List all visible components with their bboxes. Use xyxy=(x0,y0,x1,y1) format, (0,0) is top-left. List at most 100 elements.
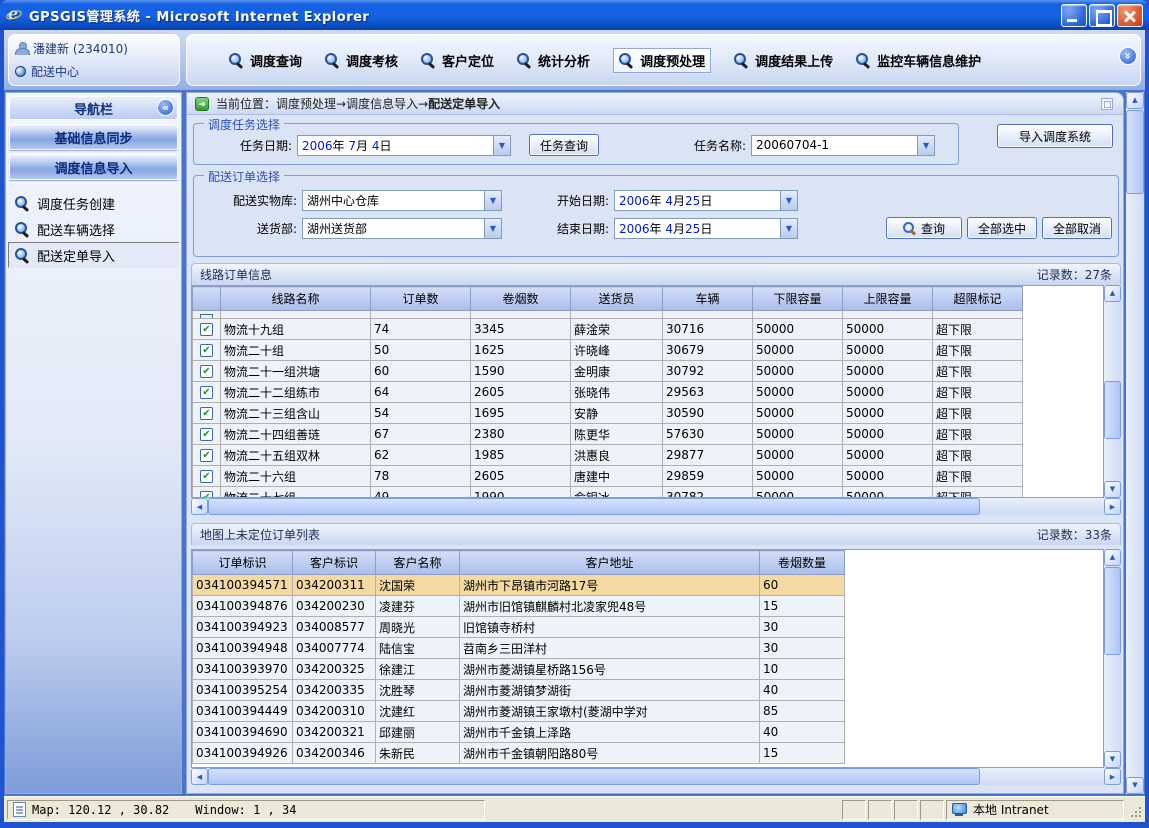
route-table-row[interactable]: ✔ 物流二十组 50 1625 许晓峰 30679 50000 50000 超下… xyxy=(193,340,1023,361)
scroll-thumb[interactable] xyxy=(1104,567,1121,655)
column-header[interactable]: 客户名称 xyxy=(376,551,460,575)
column-header[interactable]: 送货员 xyxy=(571,287,663,311)
end-date-select[interactable]: 2006年 4月25日 ▼ xyxy=(614,218,798,239)
unlocated-table-row[interactable]: 034100394923 034008577 周晓光 旧馆镇寺桥村 30 xyxy=(193,617,845,638)
route-table-row[interactable]: ✔ 物流二十一组洪塘 60 1590 金明康 30792 50000 50000… xyxy=(193,361,1023,382)
dropdown-arrow-icon[interactable]: ▼ xyxy=(917,136,934,155)
task-date-select[interactable]: 2006年 7月 4日 ▼ xyxy=(297,135,511,156)
main-vertical-scrollbar[interactable]: ▲ ▼ xyxy=(1126,92,1144,794)
row-checkbox[interactable]: ✔ xyxy=(200,491,213,499)
row-checkbox[interactable]: ✔ xyxy=(200,470,213,483)
scroll-thumb[interactable] xyxy=(1126,110,1144,194)
unlocated-table-vertical-scrollbar[interactable]: ▲ ▼ xyxy=(1104,549,1121,768)
sidebar-item[interactable]: 配送车辆选择 xyxy=(6,216,181,242)
column-header[interactable]: 超限标记 xyxy=(933,287,1023,311)
scroll-left-icon[interactable]: ◀ xyxy=(191,768,208,785)
route-table-row[interactable]: ✔ 物流二十四组善琏 67 2380 陈更华 57630 50000 50000… xyxy=(193,424,1023,445)
scroll-up-icon[interactable]: ▲ xyxy=(1104,285,1121,302)
scroll-thumb[interactable] xyxy=(208,498,980,515)
top-nav-item[interactable]: 监控车辆信息维护 xyxy=(856,51,981,70)
deselect-all-button[interactable]: 全部取消 xyxy=(1042,217,1112,239)
sidebar-group-button[interactable]: 调度信息导入 xyxy=(9,154,178,180)
magnifier-icon xyxy=(903,222,916,235)
scroll-up-icon[interactable]: ▲ xyxy=(1126,92,1144,109)
close-button[interactable] xyxy=(1117,4,1143,27)
column-header[interactable]: 卷烟数 xyxy=(471,287,571,311)
column-header[interactable]: 客户标识 xyxy=(293,551,376,575)
unlocated-table-row[interactable]: 034100394926 034200346 朱新民 湖州市千金镇朝阳路80号 … xyxy=(193,743,845,764)
scroll-thumb[interactable] xyxy=(208,768,980,785)
column-header[interactable]: 车辆 xyxy=(663,287,753,311)
scroll-thumb[interactable] xyxy=(1104,381,1121,439)
scroll-right-icon[interactable]: ▶ xyxy=(1104,498,1121,515)
row-checkbox[interactable]: ✔ xyxy=(200,365,213,378)
sidebar-collapse-button[interactable]: « xyxy=(157,99,174,116)
scroll-right-icon[interactable]: ▶ xyxy=(1104,768,1121,785)
top-nav-item[interactable]: 调度考核 xyxy=(325,51,398,70)
top-nav-item[interactable]: 调度预处理 xyxy=(613,48,711,73)
unlocated-table-row[interactable]: 034100395254 034200335 沈胜琴 湖州市菱湖镇梦湖街 40 xyxy=(193,680,845,701)
top-nav-item[interactable]: 调度查询 xyxy=(229,51,302,70)
dropdown-arrow-icon[interactable]: ▼ xyxy=(493,136,510,155)
panel-restore-button[interactable] xyxy=(1101,98,1113,110)
route-table-row[interactable]: ✔ 物流二十七组 49 1990 俞银冰 30782 50000 50000 超… xyxy=(193,487,1023,499)
row-checkbox[interactable]: ✔ xyxy=(200,344,213,357)
row-checkbox[interactable]: ✔ xyxy=(200,449,213,462)
customer-address-cell: 旧馆镇寺桥村 xyxy=(460,617,760,638)
column-header[interactable]: 上限容量 xyxy=(843,287,933,311)
top-nav-item[interactable]: 调度结果上传 xyxy=(734,51,833,70)
sidebar-item[interactable]: 调度任务创建 xyxy=(6,190,181,216)
task-query-button[interactable]: 任务查询 xyxy=(529,134,599,156)
column-header[interactable]: 线路名称 xyxy=(221,287,371,311)
resize-grip[interactable] xyxy=(1128,801,1142,819)
row-checkbox[interactable]: ✔ xyxy=(200,386,213,399)
column-header[interactable]: 订单标识 xyxy=(193,551,293,575)
query-button[interactable]: 查询 xyxy=(886,217,962,239)
task-name-select[interactable]: 20060704-1 ▼ xyxy=(751,135,935,156)
dropdown-arrow-icon[interactable]: ▼ xyxy=(484,191,501,210)
unlocated-table-row[interactable]: 034100394449 034200310 沈建红 湖州市菱湖镇王家墩村(菱湖… xyxy=(193,701,845,722)
top-nav-item[interactable]: 统计分析 xyxy=(517,51,590,70)
dropdown-arrow-icon[interactable]: ▼ xyxy=(780,191,797,210)
column-header[interactable]: 客户地址 xyxy=(460,551,760,575)
sidebar-group-button[interactable]: 基础信息同步 xyxy=(9,124,178,150)
select-all-button[interactable]: 全部选中 xyxy=(967,217,1037,239)
route-table-vertical-scrollbar[interactable]: ▲ ▼ xyxy=(1104,285,1121,498)
route-table-row[interactable]: ✔ 物流二十三组含山 54 1695 安静 30590 50000 50000 … xyxy=(193,403,1023,424)
scroll-down-icon[interactable]: ▼ xyxy=(1104,481,1121,498)
unlocated-table-row[interactable]: 034100394690 034200321 邱建丽 湖州市千金镇上泽路 40 xyxy=(193,722,845,743)
row-checkbox[interactable]: ✔ xyxy=(200,407,213,420)
row-checkbox[interactable]: ✔ xyxy=(200,323,213,336)
delivery-dept-select[interactable]: 湖州送货部 ▼ xyxy=(302,218,502,239)
scroll-down-icon[interactable]: ▼ xyxy=(1126,777,1144,794)
magnifier-icon xyxy=(325,53,340,68)
top-nav-item-label: 监控车辆信息维护 xyxy=(877,51,981,70)
column-header[interactable]: 卷烟数量 xyxy=(760,551,845,575)
unlocated-table-row[interactable]: 034100393970 034200325 徐建江 湖州市菱湖镇星桥路156号… xyxy=(193,659,845,680)
column-header[interactable]: 下限容量 xyxy=(753,287,843,311)
route-table-row[interactable]: ✔ 物流二十六组 78 2605 唐建中 29859 50000 50000 超… xyxy=(193,466,1023,487)
unlocated-table-row[interactable]: 034100394948 034007774 陆信宝 苕南乡三田洋村 30 xyxy=(193,638,845,659)
scroll-down-icon[interactable]: ▼ xyxy=(1104,751,1121,768)
sidebar-item[interactable]: 配送定单导入 xyxy=(8,242,179,268)
dropdown-arrow-icon[interactable]: ▼ xyxy=(780,219,797,238)
nav-collapse-button[interactable]: » xyxy=(1119,47,1137,65)
route-table-horizontal-scrollbar[interactable]: ◀ ▶ xyxy=(191,498,1121,515)
route-table-row[interactable]: ✔ 物流二十五组双林 62 1985 洪惠良 29877 50000 50000… xyxy=(193,445,1023,466)
route-table-row[interactable]: ✔ 物流十九组 74 3345 薛淦荣 30716 50000 50000 超下… xyxy=(193,319,1023,340)
import-dispatch-button[interactable]: 导入调度系统 xyxy=(997,124,1113,148)
scroll-left-icon[interactable]: ◀ xyxy=(191,498,208,515)
top-nav-item[interactable]: 客户定位 xyxy=(421,51,494,70)
minimize-button[interactable] xyxy=(1061,4,1087,27)
route-table-row[interactable]: ✔ 物流二十二组练市 64 2605 张晓伟 29563 50000 50000… xyxy=(193,382,1023,403)
unlocated-table-row[interactable]: 034100394876 034200230 凌建芬 湖州市旧馆镇麒麟村北凌家兜… xyxy=(193,596,845,617)
dropdown-arrow-icon[interactable]: ▼ xyxy=(484,219,501,238)
warehouse-select[interactable]: 湖州中心仓库 ▼ xyxy=(302,190,502,211)
column-header[interactable]: 订单数 xyxy=(371,287,471,311)
unlocated-table-horizontal-scrollbar[interactable]: ◀ ▶ xyxy=(191,768,1121,785)
start-date-select[interactable]: 2006年 4月25日 ▼ xyxy=(614,190,798,211)
unlocated-table-row[interactable]: 034100394571 034200311 沈国荣 湖州市下昂镇市河路17号 … xyxy=(193,575,845,596)
maximize-button[interactable] xyxy=(1089,4,1115,27)
scroll-up-icon[interactable]: ▲ xyxy=(1104,549,1121,566)
row-checkbox[interactable]: ✔ xyxy=(200,428,213,441)
